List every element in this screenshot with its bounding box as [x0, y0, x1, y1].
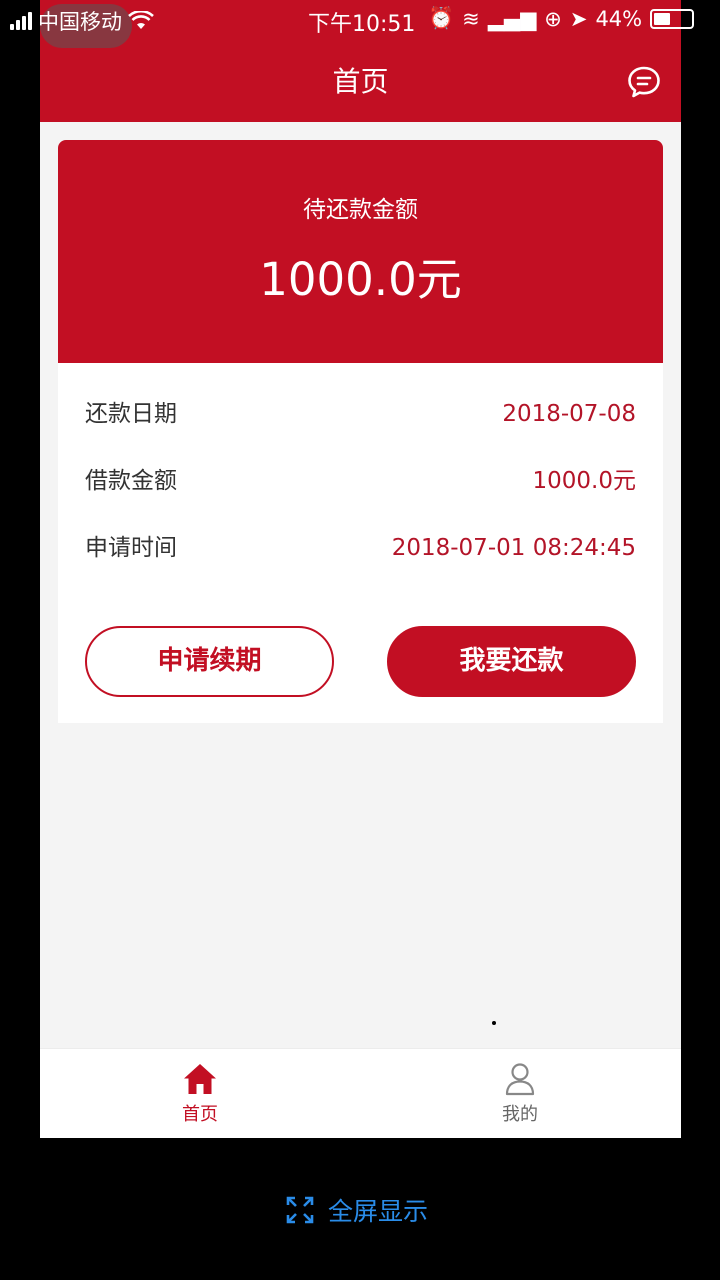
- battery-icon: [650, 8, 695, 29]
- location-icon: ➤: [569, 6, 588, 31]
- row-repay-date: 还款日期 2018-07-08: [85, 394, 636, 434]
- due-amount-label: 待还款金额: [303, 197, 418, 223]
- row-apply-time: 申请时间 2018-07-01 08:24:45: [85, 528, 636, 568]
- row-label: 还款日期: [85, 401, 177, 427]
- row-label: 申请时间: [85, 535, 177, 561]
- lock-rotation-icon: ⊕: [544, 6, 562, 31]
- tab-home[interactable]: 首页: [40, 1049, 360, 1138]
- bottom-tab-bar: 首页 我的: [40, 1048, 681, 1138]
- message-button[interactable]: [626, 64, 662, 100]
- expand-icon: [286, 1196, 314, 1224]
- tab-me-label: 我的: [502, 1104, 538, 1125]
- page-title: 首页: [332, 65, 389, 98]
- signal-icon: [10, 12, 32, 30]
- row-loan-amount: 借款金额 1000.0元: [85, 461, 636, 501]
- stray-dot: [492, 1021, 496, 1025]
- due-summary: 待还款金额 1000.0元: [58, 140, 663, 363]
- wifi-icon: [128, 11, 154, 29]
- status-right: ⏰ ≋ ▂▄▆ ⊕ ➤ 44%: [428, 6, 695, 31]
- fullscreen-label: 全屏显示: [328, 1197, 429, 1226]
- fullscreen-link[interactable]: 全屏显示: [286, 1190, 428, 1230]
- phone-screen: 首页 待还款金额 1000.0元 还款日期 2018-07-08 借款金额 10…: [40, 0, 681, 1138]
- row-value: 2018-07-01 08:24:45: [391, 535, 636, 561]
- carrier: 中国移动: [10, 6, 154, 36]
- wifi-small-icon: ≋: [462, 6, 480, 31]
- status-bar: 中国移动 下午10:51 ⏰ ≋ ▂▄▆ ⊕ ➤ 44%: [0, 0, 720, 48]
- battery-percent: 44%: [595, 6, 643, 31]
- tab-home-label: 首页: [182, 1104, 218, 1125]
- row-label: 借款金额: [85, 468, 177, 494]
- carrier-name: 中国移动: [38, 10, 122, 34]
- due-amount-value: 1000.0元: [259, 253, 462, 306]
- cell-signal-icon: ▂▄▆: [487, 6, 537, 31]
- alarm-icon: ⏰: [428, 6, 455, 30]
- app-frame: 首页 待还款金额 1000.0元 还款日期 2018-07-08 借款金额 10…: [0, 0, 720, 1280]
- home-icon: [184, 1064, 216, 1094]
- row-value: 2018-07-08: [502, 401, 636, 427]
- tab-me[interactable]: 我的: [360, 1049, 680, 1138]
- renew-button[interactable]: 申请续期: [85, 626, 334, 697]
- row-value: 1000.0元: [532, 468, 636, 494]
- repay-button[interactable]: 我要还款: [387, 626, 636, 697]
- chat-bubble-icon: [628, 66, 660, 98]
- status-time: 下午10:51: [308, 12, 416, 37]
- user-icon: [505, 1063, 535, 1096]
- loan-card: 待还款金额 1000.0元 还款日期 2018-07-08 借款金额 1000.…: [58, 140, 663, 723]
